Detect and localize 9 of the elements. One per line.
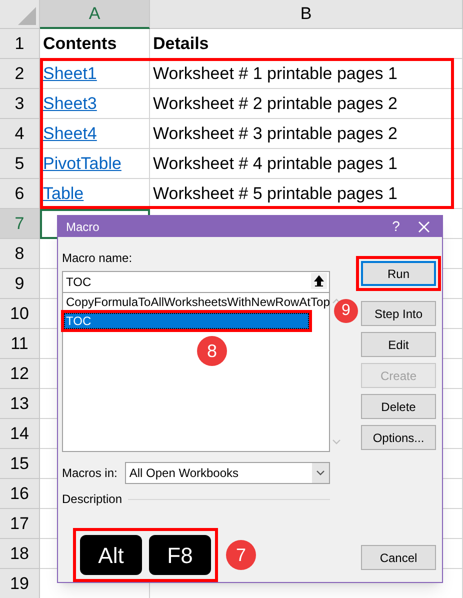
step-badge: 9 <box>334 299 358 323</box>
section-label: Description <box>62 491 122 508</box>
field-label: Macros in: <box>62 465 118 482</box>
field-label: Macro name: <box>62 250 132 267</box>
keyboard-key: Alt <box>80 535 142 575</box>
keyboard-key: F8 <box>149 535 211 575</box>
dialog-title: Macro <box>66 218 100 236</box>
step-badge: 7 <box>226 540 256 570</box>
step-badge: 8 <box>197 336 227 366</box>
